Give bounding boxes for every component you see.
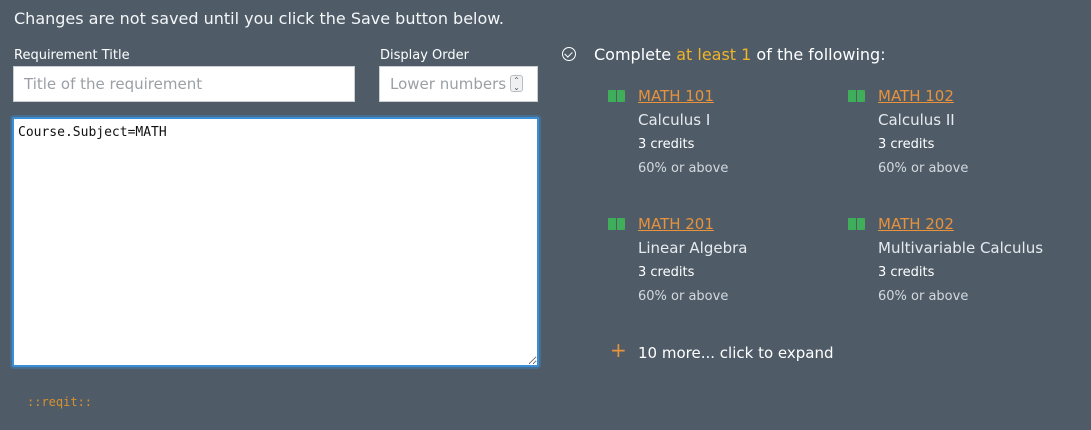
unsaved-notice: Changes are not saved until you click th… bbox=[14, 9, 504, 28]
requirement-title-label: Requirement Title bbox=[14, 48, 130, 63]
course-code-link[interactable]: MATH 202 bbox=[878, 215, 954, 233]
display-order-label: Display Order bbox=[380, 48, 469, 63]
summary-prefix: Complete bbox=[594, 45, 677, 64]
course-name: Linear Algebra bbox=[638, 239, 748, 257]
course-grade: 60% or above bbox=[638, 289, 729, 304]
course-name: Multivariable Calculus bbox=[878, 239, 1044, 257]
book-icon bbox=[848, 218, 866, 230]
course-name: Calculus II bbox=[878, 111, 955, 129]
requirement-title-input[interactable] bbox=[13, 66, 355, 102]
book-icon bbox=[608, 90, 626, 102]
course-grade: 60% or above bbox=[878, 289, 969, 304]
plus-icon: + bbox=[610, 338, 627, 362]
check-circle-icon bbox=[562, 47, 576, 61]
requirement-query-textarea[interactable] bbox=[12, 117, 539, 367]
order-stepper-icon[interactable]: ⌃ ⌄ bbox=[510, 75, 523, 92]
requirement-summary-heading: Complete at least 1 of the following: bbox=[594, 45, 886, 64]
course-grade: 60% or above bbox=[878, 161, 969, 176]
summary-quantity: at least 1 bbox=[676, 45, 752, 64]
book-icon bbox=[848, 90, 866, 102]
reqit-brand: ::reqit:: bbox=[27, 395, 93, 409]
summary-suffix: of the following: bbox=[751, 45, 886, 64]
course-code-link[interactable]: MATH 101 bbox=[638, 87, 714, 105]
course-credits: 3 credits bbox=[878, 265, 935, 280]
course-credits: 3 credits bbox=[638, 137, 695, 152]
course-credits: 3 credits bbox=[638, 265, 695, 280]
book-icon bbox=[608, 218, 626, 230]
course-code-link[interactable]: MATH 102 bbox=[878, 87, 954, 105]
course-grade: 60% or above bbox=[638, 161, 729, 176]
course-code-link[interactable]: MATH 201 bbox=[638, 215, 714, 233]
expand-more-label: 10 more... click to expand bbox=[638, 344, 834, 362]
course-credits: 3 credits bbox=[878, 137, 935, 152]
course-name: Calculus I bbox=[638, 111, 711, 129]
